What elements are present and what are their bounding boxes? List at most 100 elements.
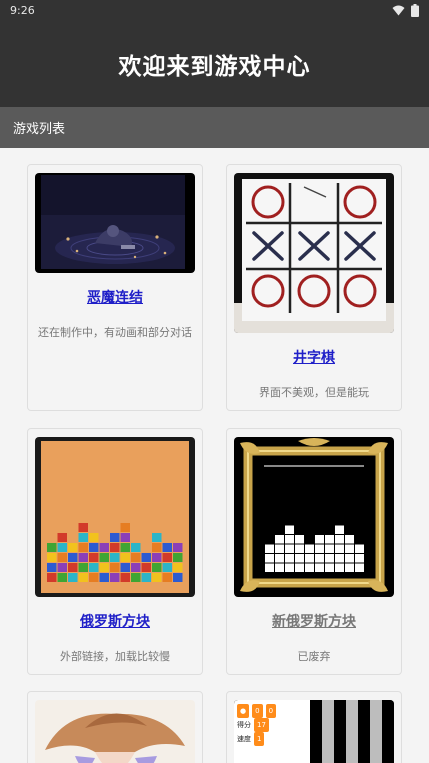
tetris-block	[265, 554, 274, 563]
page-header: 欢迎来到游戏中心	[0, 20, 429, 107]
tetris-block	[305, 563, 314, 572]
section-title: 游戏列表	[13, 122, 66, 137]
tetris-block	[57, 543, 67, 552]
status-bar: 9:26	[0, 0, 429, 20]
tetris-block	[285, 525, 294, 534]
tetris-block	[47, 563, 57, 572]
tetris-block	[173, 553, 183, 562]
tetris-block	[78, 553, 88, 562]
game-card[interactable]: 新俄罗斯方块 已废弃	[226, 428, 402, 675]
tetris-block	[285, 535, 294, 544]
tetris-block	[152, 543, 162, 552]
tetris-block	[78, 563, 88, 572]
tetris-block	[355, 563, 364, 572]
tetris-block	[325, 544, 334, 553]
tetris-block	[315, 554, 324, 563]
game-description: 外部链接，加载比较慢	[60, 650, 170, 663]
tetris-block	[162, 573, 172, 582]
tetris-block	[305, 554, 314, 563]
tetris-block	[120, 573, 130, 582]
tetris-block	[315, 535, 324, 544]
game-thumbnail[interactable]	[35, 700, 195, 763]
tetris-block	[89, 533, 99, 542]
tetris-image	[35, 437, 195, 597]
game-thumbnail[interactable]	[234, 173, 394, 333]
tetris-block	[99, 563, 109, 572]
game-link[interactable]: 俄罗斯方块	[80, 611, 150, 631]
tetris-block	[131, 563, 141, 572]
tetris-block	[173, 563, 183, 572]
game-thumbnail[interactable]	[35, 173, 195, 273]
tetris-block	[335, 563, 344, 572]
tetris-block	[325, 535, 334, 544]
anime-character-image	[35, 700, 195, 763]
tetris-block	[89, 543, 99, 552]
tetris-block	[120, 523, 130, 532]
game-description: 已废弃	[297, 650, 331, 663]
game-card[interactable]: 井字棋 界面不美观，但是能玩	[226, 164, 402, 411]
tetris-block	[295, 563, 304, 572]
game-description: 界面不美观，但是能玩	[259, 386, 369, 399]
game-link[interactable]: 井字棋	[293, 347, 335, 367]
game-thumbnail[interactable]	[35, 437, 195, 597]
tetris-block	[315, 563, 324, 572]
game-card[interactable]: 恶魔连结 还在制作中，有动画和部分对话	[27, 164, 203, 411]
tetris-block	[265, 544, 274, 553]
tetris-block	[275, 535, 284, 544]
tetris-block	[325, 563, 334, 572]
tetris-block	[295, 544, 304, 553]
tetris-block	[68, 573, 78, 582]
tetris-block	[355, 544, 364, 553]
game-thumbnail[interactable]	[234, 437, 394, 597]
tetris-block	[141, 563, 151, 572]
tetris-block	[57, 533, 67, 542]
tetris-block	[131, 573, 141, 582]
section-bar: 游戏列表	[0, 107, 429, 148]
game-card[interactable]: 俄罗斯方块 外部链接，加载比较慢	[27, 428, 203, 675]
tetris-block	[131, 543, 141, 552]
tetris-block	[152, 573, 162, 582]
scratch-variable-monitor: ● 0 0 得分 17 速度 1	[237, 704, 277, 746]
tetris-block	[265, 563, 274, 572]
tetris-block	[78, 533, 88, 542]
tetris-block	[68, 563, 78, 572]
tetris-block	[89, 553, 99, 562]
tetris-block	[285, 554, 294, 563]
tetris-block	[345, 544, 354, 553]
tetris-block	[110, 563, 120, 572]
tetris-block	[285, 563, 294, 572]
tetris-block	[335, 554, 344, 563]
tetris-block	[57, 553, 67, 562]
tetris-block	[152, 563, 162, 572]
tetris-block	[152, 553, 162, 562]
tetris-block	[295, 535, 304, 544]
game-link[interactable]: 恶魔连结	[87, 287, 143, 307]
demon-scene-image	[35, 173, 195, 273]
status-icons	[392, 3, 419, 17]
game-card[interactable]: ● 0 0 得分 17 速度 1	[226, 691, 402, 763]
game-card[interactable]	[27, 691, 203, 763]
tetris-block	[110, 573, 120, 582]
wifi-icon	[392, 5, 405, 15]
game-link[interactable]: 新俄罗斯方块	[272, 611, 356, 631]
tetris-block	[47, 543, 57, 552]
tetris-block	[152, 533, 162, 542]
tetris-block	[162, 543, 172, 552]
tetris-block	[315, 544, 324, 553]
tetris-block	[120, 533, 130, 542]
tetris-block	[295, 554, 304, 563]
tic-tac-toe-image	[234, 173, 394, 333]
tetris-block	[99, 553, 109, 562]
tetris-block	[57, 573, 67, 582]
tetris-block	[141, 553, 151, 562]
tetris-block	[120, 563, 130, 572]
game-thumbnail[interactable]: ● 0 0 得分 17 速度 1	[234, 700, 394, 763]
tetris-block	[355, 554, 364, 563]
tetris-block	[345, 563, 354, 572]
tetris-block	[285, 544, 294, 553]
tetris-block	[335, 544, 344, 553]
tetris-block	[131, 553, 141, 562]
tetris-block	[68, 553, 78, 562]
tetris-block	[78, 573, 88, 582]
tetris-block	[325, 554, 334, 563]
